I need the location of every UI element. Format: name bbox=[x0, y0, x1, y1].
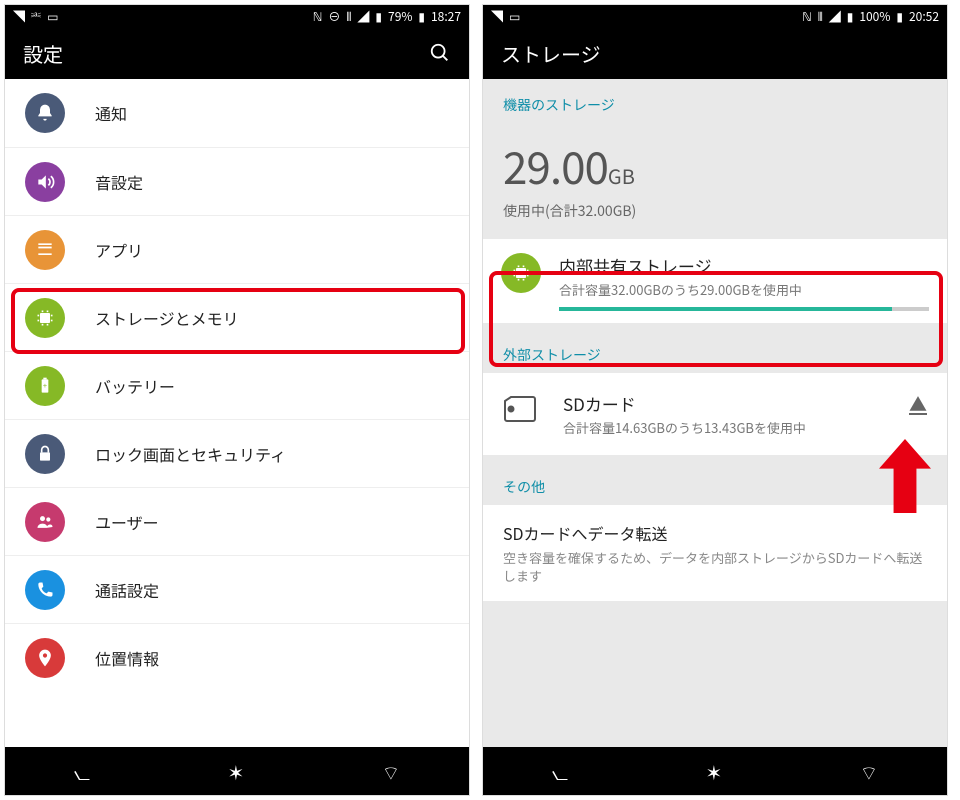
nav-home-icon[interactable]: ✶ bbox=[227, 757, 244, 786]
battery-icon: + bbox=[25, 366, 65, 406]
nav-recent-icon[interactable]: ⌔ bbox=[860, 757, 879, 786]
page-title: ストレージ bbox=[501, 39, 601, 68]
notif-dot-icon: ◥ bbox=[13, 8, 25, 25]
settings-item-bell[interactable]: 通知 bbox=[5, 79, 469, 147]
users-icon bbox=[25, 502, 65, 542]
clock: 18:27 bbox=[431, 8, 461, 25]
section-other: その他 bbox=[483, 455, 947, 505]
picture-icon: ▭ bbox=[509, 8, 520, 25]
settings-header: 設定 bbox=[5, 27, 469, 79]
storage-summary: 29.00GB 使用中(合計32.00GB) bbox=[483, 123, 947, 239]
sd-title: SDカード bbox=[563, 391, 909, 416]
internal-title: 内部共有ストレージ bbox=[559, 253, 929, 278]
settings-item-apps[interactable]: アプリ bbox=[5, 215, 469, 283]
nav-bar: ⦦ ✶ ⌔ bbox=[483, 747, 947, 795]
apps-icon bbox=[25, 230, 65, 270]
cast-icon: ⎃ bbox=[31, 8, 41, 25]
section-external-storage: 外部ストレージ bbox=[483, 323, 947, 373]
sd-card-row[interactable]: SDカード 合計容量14.63GBのうち13.43GBを使用中 ▲ bbox=[483, 373, 947, 455]
status-bar: ◥ ⎃ ▭ ℕ ⊖ ⫴ ◢ ▮ 79% ▮ 18:27 bbox=[5, 5, 469, 27]
svg-text:+: + bbox=[43, 380, 47, 391]
dnd-icon: ⊖ bbox=[328, 8, 340, 25]
storage-content: 機器のストレージ 29.00GB 使用中(合計32.00GB) 内部共有ストレー… bbox=[483, 79, 947, 747]
settings-item-label: バッテリー bbox=[95, 374, 175, 398]
storage-header: ストレージ bbox=[483, 27, 947, 79]
battery-pct: 100% bbox=[859, 8, 890, 25]
phone-icon bbox=[25, 570, 65, 610]
pin-icon bbox=[25, 638, 65, 678]
settings-item-label: ロック画面とセキュリティ bbox=[95, 442, 286, 466]
settings-item-users[interactable]: ユーザー bbox=[5, 487, 469, 555]
nfc-icon: ℕ bbox=[313, 8, 323, 25]
sd-card-icon bbox=[503, 395, 541, 425]
used-value: 29.00 bbox=[503, 133, 608, 197]
bell-icon bbox=[25, 93, 65, 133]
battery-icon: ▮ bbox=[418, 8, 425, 25]
sd-sub: 合計容量14.63GBのうち13.43GBを使用中 bbox=[563, 418, 909, 437]
chip-icon bbox=[501, 253, 541, 293]
settings-list: 通知音設定アプリストレージとメモリ + バッテリーロック画面とセキュリティユーザー通… bbox=[5, 79, 469, 747]
internal-storage-row[interactable]: 内部共有ストレージ 合計容量32.00GBのうち29.00GBを使用中 bbox=[483, 239, 947, 323]
settings-item-label: 音設定 bbox=[95, 170, 143, 194]
nav-bar: ⦦ ✶ ⌔ bbox=[5, 747, 469, 795]
status-bar: ◥ ▭ ℕ ⫴ ◢ ▮ 100% ▮ 20:52 bbox=[483, 5, 947, 27]
picture-icon: ▭ bbox=[47, 8, 58, 25]
phone-right: ◥ ▭ ℕ ⫴ ◢ ▮ 100% ▮ 20:52 ストレージ 機器のストレージ … bbox=[482, 4, 948, 796]
transfer-title: SDカードへデータ転送 bbox=[503, 521, 927, 545]
internal-sub: 合計容量32.00GBのうち29.00GBを使用中 bbox=[559, 280, 929, 299]
settings-item-label: 通話設定 bbox=[95, 578, 159, 602]
used-subtext: 使用中(合計32.00GB) bbox=[503, 201, 927, 221]
settings-item-sound[interactable]: 音設定 bbox=[5, 147, 469, 215]
vibrate-icon: ⫴ bbox=[346, 8, 351, 25]
battery-icon: ▮ bbox=[896, 8, 903, 25]
transfer-row[interactable]: SDカードへデータ転送 空き容量を確保するため、データを内部ストレージからSDカ… bbox=[483, 505, 947, 601]
settings-item-lock[interactable]: ロック画面とセキュリティ bbox=[5, 419, 469, 487]
settings-item-label: 位置情報 bbox=[95, 646, 159, 670]
settings-item-label: ストレージとメモリ bbox=[95, 306, 239, 330]
settings-item-label: ユーザー bbox=[95, 510, 159, 534]
internal-progress bbox=[559, 307, 929, 311]
chip-icon bbox=[25, 298, 65, 338]
wifi-icon: ◢ bbox=[829, 8, 841, 25]
nav-back-icon[interactable]: ⦦ bbox=[74, 757, 90, 786]
nav-recent-icon[interactable]: ⌔ bbox=[382, 757, 401, 786]
settings-item-phone[interactable]: 通話設定 bbox=[5, 555, 469, 623]
nav-back-icon[interactable]: ⦦ bbox=[552, 757, 568, 786]
nfc-icon: ℕ bbox=[802, 8, 812, 25]
signal-icon: ▮ bbox=[375, 8, 382, 25]
clock: 20:52 bbox=[909, 8, 939, 25]
signal-icon: ▮ bbox=[847, 8, 854, 25]
eject-icon[interactable]: ▲ bbox=[909, 391, 927, 415]
used-unit: GB bbox=[608, 161, 635, 190]
battery-pct: 79% bbox=[388, 8, 412, 25]
settings-item-label: アプリ bbox=[95, 238, 143, 262]
settings-item-chip[interactable]: ストレージとメモリ bbox=[5, 283, 469, 351]
vibrate-icon: ⫴ bbox=[818, 8, 823, 25]
settings-item-pin[interactable]: 位置情報 bbox=[5, 623, 469, 691]
wifi-icon: ◢ bbox=[357, 8, 369, 25]
transfer-sub: 空き容量を確保するため、データを内部ストレージからSDカードへ転送します bbox=[503, 549, 927, 585]
phone-left: ◥ ⎃ ▭ ℕ ⊖ ⫴ ◢ ▮ 79% ▮ 18:27 設定 通知音設定アプリス… bbox=[4, 4, 470, 796]
section-device-storage: 機器のストレージ bbox=[483, 79, 947, 123]
page-title: 設定 bbox=[23, 39, 63, 68]
settings-item-battery[interactable]: + バッテリー bbox=[5, 351, 469, 419]
nav-home-icon[interactable]: ✶ bbox=[705, 757, 722, 786]
lock-icon bbox=[25, 434, 65, 474]
notif-dot-icon: ◥ bbox=[491, 8, 503, 25]
sound-icon bbox=[25, 162, 65, 202]
search-icon[interactable] bbox=[429, 42, 451, 64]
settings-item-label: 通知 bbox=[95, 101, 127, 125]
